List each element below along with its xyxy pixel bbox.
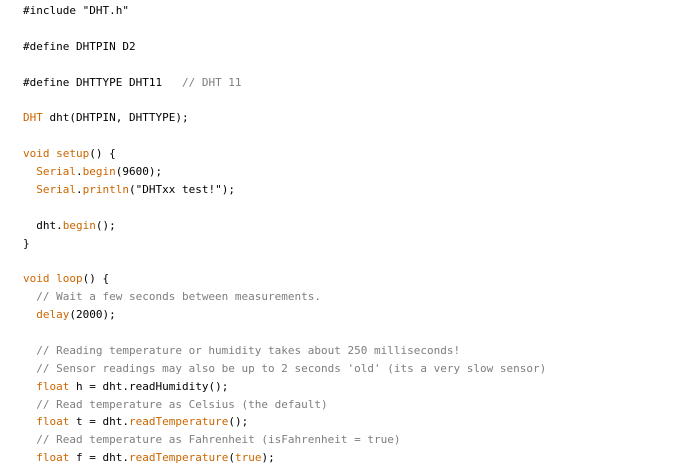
code-line: // Wait a few seconds between measuremen… — [23, 288, 546, 306]
code-token-plain: dht(DHTPIN, DHTTYPE); — [42, 111, 189, 125]
code-token-type: float — [36, 451, 70, 465]
code-line: #define DHTTYPE DHT11 // DHT 11 — [23, 74, 546, 92]
code-line: } — [23, 235, 546, 253]
code-line: void setup() { — [23, 145, 546, 163]
code-line: // Sensor readings may also be up to 2 s… — [23, 360, 546, 378]
code-token-plain: dht. — [23, 218, 63, 232]
code-token-type: void — [23, 272, 50, 286]
code-token-class: Serial — [36, 165, 76, 179]
code-line: void loop() { — [23, 270, 546, 288]
code-token-comment: // Reading temperature or humidity takes… — [36, 343, 461, 357]
code-token-comment: // Read temperature as Fahrenheit (isFah… — [36, 433, 401, 447]
code-token-plain: #include "DHT.h" — [23, 4, 129, 17]
code-token-plain: ("DHTxx test!"); — [128, 182, 235, 196]
code-token-type: float — [36, 415, 70, 429]
code-token-type: float — [36, 379, 70, 393]
code-line: float t = dht.readTemperature(); — [23, 413, 546, 431]
code-token-comment: // Read temperature as Celsius (the defa… — [36, 397, 328, 411]
code-token-comment: // Wait a few seconds between measuremen… — [36, 290, 322, 304]
code-line: // Read temperature as Celsius (the defa… — [23, 396, 546, 414]
code-token-plain: . — [76, 165, 83, 179]
code-line: float f = dht.readTemperature(true); — [23, 449, 546, 467]
code-token-type: true — [234, 451, 262, 465]
code-token-plain: () { — [89, 147, 116, 161]
code-line: float h = dht.readHumidity(); — [23, 378, 546, 396]
code-line: Serial.begin(9600); — [23, 163, 546, 181]
code-token-plain: t = dht. — [69, 415, 129, 429]
code-editor[interactable]: #include "DHT.h" #define DHTPIN D2 #defi… — [0, 0, 676, 466]
code-token-plain: f = dht. — [69, 451, 129, 465]
code-line: Serial.println("DHTxx test!"); — [23, 181, 546, 199]
code-token-plain: (9600); — [115, 165, 163, 179]
code-token-comment: // DHT 11 — [181, 75, 242, 89]
code-token-plain: (); — [228, 415, 249, 429]
code-line: #define DHTPIN D2 — [23, 38, 546, 56]
code-token-plain: (2000); — [69, 308, 116, 322]
code-token-func: println — [82, 182, 129, 196]
code-line: // Reading temperature or humidity takes… — [23, 342, 546, 360]
code-line: delay(2000); — [23, 306, 546, 324]
code-token-plain: ( — [228, 451, 235, 465]
code-token-func: setup — [56, 147, 90, 161]
code-token-plain: #define DHTTYPE DHT11 — [23, 75, 182, 89]
code-token-func: loop — [56, 272, 83, 286]
code-token-plain: } — [23, 236, 30, 250]
code-line: // Read temperature as Fahrenheit (isFah… — [23, 431, 546, 449]
code-line: DHT dht(DHTPIN, DHTTYPE); — [23, 109, 546, 127]
code-token-func: delay — [36, 308, 70, 322]
code-token-plain: h = dht.readHumidity(); — [69, 379, 229, 393]
code-token-plain: . — [76, 182, 83, 196]
code-block[interactable]: #include "DHT.h" #define DHTPIN D2 #defi… — [23, 2, 546, 467]
code-token-type: void — [23, 147, 50, 161]
code-token-class: Serial — [36, 182, 76, 196]
code-token-func: readTemperature — [128, 415, 229, 429]
code-token-plain: (); — [95, 218, 116, 232]
code-token-func: begin — [82, 165, 116, 179]
code-token-plain: #define DHTPIN D2 — [23, 39, 136, 53]
code-line: dht.begin(); — [23, 217, 546, 235]
code-token-func: readTemperature — [128, 451, 229, 465]
code-line: #include "DHT.h" — [23, 2, 546, 20]
code-token-class: DHT — [23, 111, 43, 125]
code-token-func: begin — [62, 218, 96, 232]
code-token-comment: // Sensor readings may also be up to 2 s… — [36, 361, 547, 375]
code-token-plain: ); — [261, 451, 275, 465]
code-token-plain: () { — [82, 272, 110, 286]
